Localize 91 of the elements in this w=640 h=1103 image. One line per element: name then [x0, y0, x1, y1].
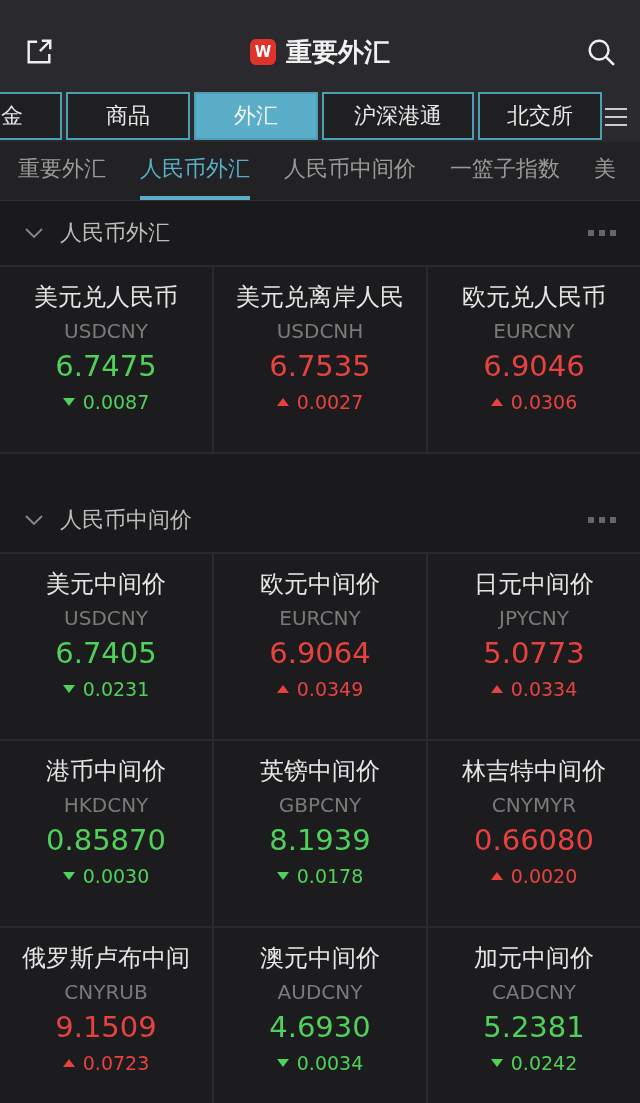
price-value: 0.66080 — [474, 823, 594, 857]
sub-tab[interactable]: 一篮子指数 — [450, 142, 560, 200]
currency-name: 美元中间价 — [46, 569, 166, 600]
change-value: 0.0030 — [82, 865, 150, 887]
up-triangle-icon — [490, 872, 503, 880]
category-tab[interactable]: 金 — [0, 92, 62, 140]
currency-code: HKDCNY — [63, 793, 149, 817]
currency-code: CADCNY — [491, 980, 577, 1004]
app-logo: W — [250, 39, 276, 65]
sub-tab[interactable]: 美 — [594, 142, 616, 200]
change-value: 0.0087 — [82, 391, 150, 413]
currency-code: CNYMYR — [491, 793, 577, 817]
currency-code: EURCNY — [493, 319, 575, 343]
currency-code: EURCNY — [279, 606, 361, 630]
down-triangle-icon — [62, 685, 75, 693]
quote-card[interactable]: 英镑中间价 GBPCNY 8.1939 0.0178 — [214, 741, 426, 926]
change-value: 0.0027 — [296, 391, 364, 413]
price-value: 8.1939 — [269, 823, 371, 857]
price-value: 5.0773 — [483, 636, 585, 670]
currency-code: USDCNH — [276, 319, 364, 343]
change-value: 0.0349 — [296, 678, 364, 700]
quote-card[interactable]: 林吉特中间价 CNYMYR 0.66080 0.0020 — [428, 741, 640, 926]
currency-name: 美元兑离岸人民 — [236, 282, 404, 313]
chevron-down-icon[interactable] — [24, 227, 44, 239]
search-icon[interactable] — [586, 37, 616, 67]
currency-name: 英镑中间价 — [260, 756, 380, 787]
category-tab[interactable]: 商品 — [66, 92, 190, 140]
price-value: 6.7535 — [269, 349, 371, 383]
price-value: 6.7475 — [55, 349, 157, 383]
price-value: 0.85870 — [46, 823, 166, 857]
quote-card[interactable]: 加元中间价 CADCNY 5.2381 0.0242 — [428, 928, 640, 1103]
quote-card[interactable]: 港币中间价 HKDCNY 0.85870 0.0030 — [0, 741, 212, 926]
menu-icon[interactable] — [604, 107, 628, 127]
up-triangle-icon — [276, 685, 289, 693]
currency-code: JPYCNY — [499, 606, 569, 630]
quote-card[interactable]: 澳元中间价 AUDCNY 4.6930 0.0034 — [214, 928, 426, 1103]
currency-name: 俄罗斯卢布中间 — [22, 943, 190, 974]
change-value: 0.0306 — [510, 391, 578, 413]
section-title: 人民币外汇 — [60, 219, 171, 247]
quote-card[interactable]: 美元兑人民币 USDCNY 6.7475 0.0087 — [0, 267, 212, 452]
change-value: 0.0020 — [510, 865, 578, 887]
more-icon[interactable] — [588, 517, 616, 523]
change-value: 0.0334 — [510, 678, 578, 700]
page-title: 重要外汇 — [286, 35, 390, 69]
more-icon[interactable] — [588, 230, 616, 236]
currency-name: 加元中间价 — [474, 943, 594, 974]
quote-card[interactable]: 俄罗斯卢布中间 CNYRUB 9.1509 0.0723 — [0, 928, 212, 1103]
change-value: 0.0034 — [296, 1052, 364, 1074]
price-value: 4.6930 — [269, 1010, 371, 1044]
quote-card[interactable]: 欧元中间价 EURCNY 6.9064 0.0349 — [214, 554, 426, 739]
change-value: 0.0178 — [296, 865, 364, 887]
sub-tab[interactable]: 人民币中间价 — [284, 142, 416, 200]
down-triangle-icon — [276, 1059, 289, 1067]
change-value: 0.0231 — [82, 678, 150, 700]
currency-name: 欧元兑人民币 — [462, 282, 606, 313]
currency-code: AUDCNY — [277, 980, 363, 1004]
quote-card[interactable]: 美元兑离岸人民 USDCNH 6.7535 0.0027 — [214, 267, 426, 452]
price-value: 5.2381 — [483, 1010, 585, 1044]
section-title: 人民币中间价 — [60, 506, 193, 534]
quote-card[interactable]: 日元中间价 JPYCNY 5.0773 0.0334 — [428, 554, 640, 739]
quote-card[interactable]: 美元中间价 USDCNY 6.7405 0.0231 — [0, 554, 212, 739]
share-icon[interactable] — [24, 37, 54, 67]
currency-name: 港币中间价 — [46, 756, 166, 787]
down-triangle-icon — [490, 1059, 503, 1067]
currency-name: 澳元中间价 — [260, 943, 380, 974]
change-value: 0.0242 — [510, 1052, 578, 1074]
price-value: 6.7405 — [55, 636, 157, 670]
currency-code: USDCNY — [64, 606, 148, 630]
change-value: 0.0723 — [82, 1052, 150, 1074]
up-triangle-icon — [490, 685, 503, 693]
category-tab[interactable]: 沪深港通 — [322, 92, 474, 140]
up-triangle-icon — [62, 1059, 75, 1067]
currency-name: 美元兑人民币 — [34, 282, 178, 313]
quote-card[interactable]: 欧元兑人民币 EURCNY 6.9046 0.0306 — [428, 267, 640, 452]
currency-code: GBPCNY — [278, 793, 362, 817]
sub-tab[interactable]: 重要外汇 — [18, 142, 106, 200]
price-value: 6.9046 — [483, 349, 585, 383]
chevron-down-icon[interactable] — [24, 514, 44, 526]
up-triangle-icon — [276, 398, 289, 406]
currency-code: CNYRUB — [64, 980, 148, 1004]
up-triangle-icon — [490, 398, 503, 406]
down-triangle-icon — [276, 872, 289, 880]
price-value: 6.9064 — [269, 636, 371, 670]
price-value: 9.1509 — [55, 1010, 157, 1044]
currency-name: 林吉特中间价 — [462, 756, 606, 787]
currency-name: 欧元中间价 — [260, 569, 380, 600]
currency-name: 日元中间价 — [474, 569, 594, 600]
category-tab[interactable]: 北交所 — [478, 92, 602, 140]
currency-code: USDCNY — [64, 319, 148, 343]
down-triangle-icon — [62, 872, 75, 880]
down-triangle-icon — [62, 398, 75, 406]
